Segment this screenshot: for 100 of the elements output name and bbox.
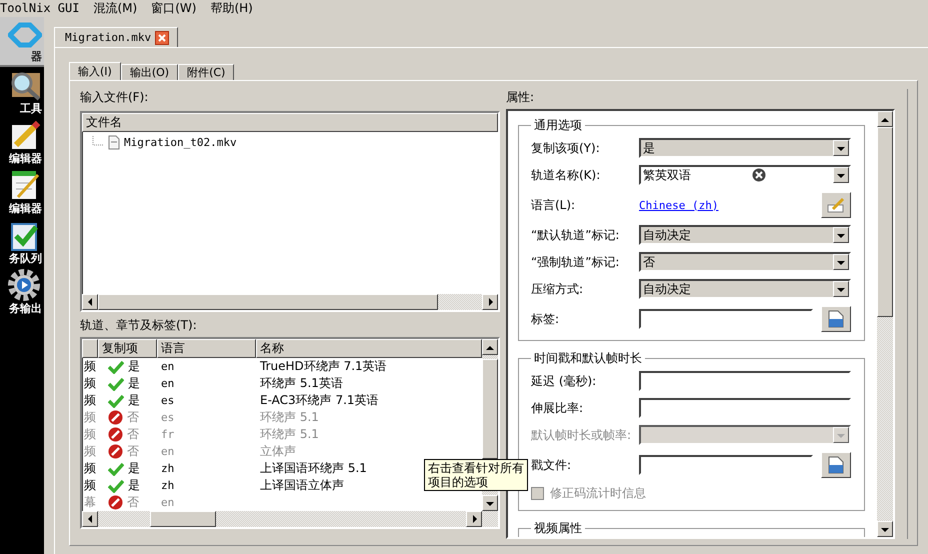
table-cell-text: 是 [128,460,141,477]
table-cell-text: 环绕声 5.1 [259,426,319,443]
table-cell-text: 频 [83,460,97,477]
scroll-button[interactable] [82,294,98,310]
column-header[interactable]: 复制项 [98,339,157,358]
scroll-button[interactable] [877,111,893,127]
dropdown-button[interactable] [833,167,849,183]
section-label: 轨道、章节及标签(T): [80,317,198,333]
no-entry-icon [108,427,123,442]
document-icon [827,456,845,474]
edit-button[interactable] [821,192,851,218]
table-cell-text: 上译国语环绕声 5.1 [259,460,367,477]
dropdown-button[interactable] [833,227,849,243]
scroll-button[interactable] [877,521,893,537]
checkmark-icon [108,462,124,476]
combo-box[interactable]: 繁英双语 [639,165,851,185]
field-label: 压缩方式: [531,281,584,297]
file-name[interactable]: Migration_t02.mkv [124,136,237,149]
arrow-icon [485,344,495,350]
language-link[interactable]: Chinese (zh) [639,198,718,212]
section-label: 属性: [506,89,536,105]
app-title: ToolNix GUI [0,1,80,16]
close-icon[interactable] [155,30,170,44]
table-cell-text: 频 [83,426,97,443]
no-entry-icon [108,495,123,510]
dropdown[interactable]: 自动决定 [639,279,851,299]
browse-button[interactable] [821,452,851,478]
table-cell-text: en [160,377,176,390]
no-entry-icon [108,410,123,425]
table-cell-text: 否 [127,443,140,460]
arrow-icon [836,172,846,178]
dropdown[interactable]: 自动决定 [639,225,851,245]
scroll-thumb[interactable] [98,294,438,310]
table-cell-text: 频 [83,409,97,426]
arrow-icon [880,116,890,122]
arrow-icon [836,258,846,266]
tab[interactable]: 输出(O) [120,64,178,80]
table-cell-text: fr [160,428,176,441]
scroll-thumb[interactable] [150,511,216,527]
table-cell-text: 频 [83,477,97,494]
dropdown[interactable]: 否 [639,252,851,272]
tab[interactable]: 附件(C) [178,64,234,80]
arrow-icon [486,297,494,307]
dropdown-button[interactable] [833,427,849,443]
menu-item[interactable]: 帮助(H) [210,1,253,16]
arrow-icon [836,286,846,292]
scroll-button[interactable] [466,511,482,527]
menu-item[interactable]: 混流(M) [93,1,138,16]
group-title: 视频属性 [533,520,583,537]
table-cell-text: 否 [127,409,140,426]
column-header[interactable]: 文件名 [82,113,498,132]
document-tab[interactable]: Migration.mkv [54,27,178,47]
scroll-button[interactable] [482,294,498,310]
scroll-button[interactable] [482,495,498,511]
dropdown[interactable]: 是 [639,138,851,158]
field-label: 语言(L): [531,197,576,213]
dropdown-button[interactable] [833,140,849,156]
column-header[interactable]: 名称 [256,339,482,358]
arrow-icon [836,144,846,152]
dropdown-button[interactable] [833,254,849,270]
browse-button[interactable] [821,306,851,332]
checkmark-icon [108,360,124,374]
arrow-icon [880,526,890,532]
scroll-button[interactable] [482,339,498,355]
field-label: 默认帧时长或帧率: [531,427,632,443]
table-cell-text: 否 [127,426,140,443]
tooltip: 右击查看针对所有 项目的选项 [424,459,528,491]
document-icon [827,310,845,328]
scroll-thumb[interactable] [482,359,498,459]
pencil-icon [827,197,845,213]
dropdown[interactable] [639,425,851,445]
table-cell-text: 是 [128,392,141,409]
clear-icon[interactable] [752,168,766,182]
table-cell-text: 是 [128,358,141,375]
table-cell-text: TrueHD环绕声 7.1英语 [259,358,387,375]
table-cell-text: zh [160,462,176,475]
field-label: “强制轨道”标记: [531,254,620,270]
table-cell-text: es [160,394,176,407]
table-cell-text: 是 [128,477,141,494]
sidebar-item[interactable]: 器 [0,17,44,67]
checkmark-icon [108,394,124,408]
no-entry-icon [108,444,123,459]
table-cell-text: zh [160,479,176,492]
group-title: 时间戳和默认帧时长 [533,350,643,367]
column-header[interactable] [82,339,98,358]
checkmark-icon [108,478,124,492]
dropdown-button[interactable] [833,281,849,297]
field-label: 戳文件: [531,457,572,473]
menu-item[interactable]: 窗口(W) [151,1,196,16]
table-cell-text: 频 [83,358,97,375]
column-header[interactable]: 语言 [157,339,256,358]
table-cell-text: en [160,496,176,509]
scroll-button[interactable] [82,511,98,527]
scroll-thumb[interactable] [877,127,893,317]
tab[interactable]: 输入(I) [69,62,121,80]
field-label: 标签: [531,311,560,327]
table-cell-text: 幕 [83,494,97,511]
gear-icon [8,269,42,301]
group-title: 通用选项 [533,117,583,134]
table-cell-text: es [160,411,176,424]
